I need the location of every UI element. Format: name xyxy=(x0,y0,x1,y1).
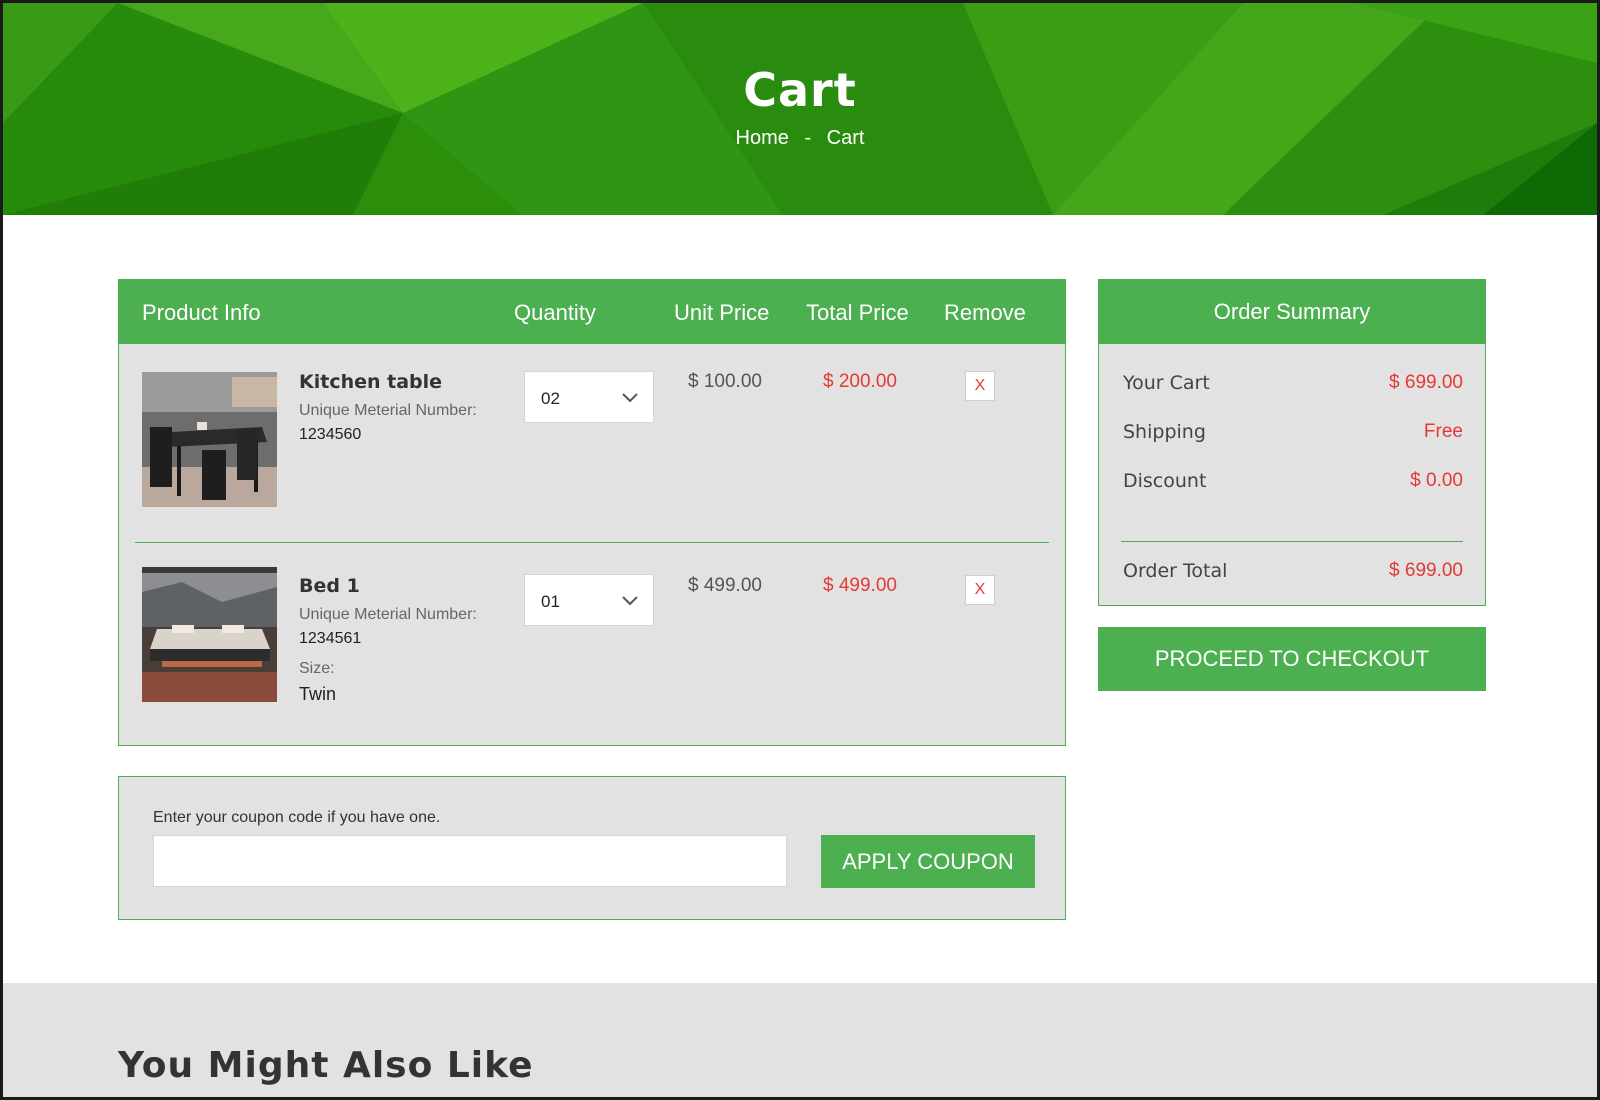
hero-banner: Cart Home - Cart xyxy=(3,3,1597,215)
quantity-select[interactable]: 02 xyxy=(524,371,654,423)
breadcrumb: Home - Cart xyxy=(3,127,1597,150)
material-number-value: 1234560 xyxy=(299,426,362,443)
coupon-panel: Enter your coupon code if you have one. … xyxy=(118,776,1066,920)
header-unit-price: Unit Price xyxy=(674,300,770,325)
cart-table-header: Product Info Quantity Unit Price Total P… xyxy=(119,280,1065,344)
kitchen-table-image[interactable] xyxy=(142,372,277,507)
coupon-label: Enter your coupon code if you have one. xyxy=(153,809,441,826)
header-remove: Remove xyxy=(944,300,1026,325)
apply-coupon-button[interactable]: APPLY COUPON xyxy=(821,835,1035,888)
page-frame: Cart Home - Cart Product Info Quantity U… xyxy=(3,3,1597,1097)
total-price: $ 200.00 xyxy=(823,371,897,392)
order-total-label: Order Total xyxy=(1123,560,1228,582)
header-quantity: Quantity xyxy=(514,300,596,325)
remove-button[interactable]: X xyxy=(965,371,995,401)
quantity-value: 02 xyxy=(541,389,560,408)
header-product-info: Product Info xyxy=(142,300,261,325)
quantity-select[interactable]: 01 xyxy=(524,574,654,626)
breadcrumb-separator: - xyxy=(804,127,812,149)
recommendations-section: You Might Also Like xyxy=(3,983,1597,1097)
bed-image[interactable] xyxy=(142,567,277,702)
order-summary: Order Summary Your Cart $ 699.00 Shippin… xyxy=(1098,279,1486,606)
summary-divider xyxy=(1121,541,1463,542)
unit-price: $ 499.00 xyxy=(688,575,762,596)
discount-label: Discount xyxy=(1123,470,1207,492)
cart-row: Bed 1 Unique Meterial Number: 1234561 Si… xyxy=(119,543,1065,743)
total-price: $ 499.00 xyxy=(823,575,897,596)
coupon-input[interactable] xyxy=(153,835,787,887)
product-name[interactable]: Bed 1 xyxy=(299,575,360,597)
cart-row: Kitchen table Unique Meterial Number: 12… xyxy=(119,344,1065,542)
your-cart-value: $ 699.00 xyxy=(1389,372,1463,393)
proceed-to-checkout-button[interactable]: PROCEED TO CHECKOUT xyxy=(1098,627,1486,691)
discount-value: $ 0.00 xyxy=(1410,470,1463,491)
chevron-down-icon xyxy=(622,393,638,403)
quantity-value: 01 xyxy=(541,592,560,611)
chevron-down-icon xyxy=(622,596,638,606)
material-number-value: 1234561 xyxy=(299,630,362,647)
shipping-value: Free xyxy=(1423,421,1463,442)
product-name[interactable]: Kitchen table xyxy=(299,371,442,393)
recommendations-title: You Might Also Like xyxy=(118,1045,534,1086)
order-summary-title: Order Summary xyxy=(1099,280,1485,344)
material-number-label: Unique Meterial Number: xyxy=(299,402,477,419)
header-total-price: Total Price xyxy=(806,300,909,325)
order-total-value: $ 699.00 xyxy=(1389,560,1463,581)
shipping-label: Shipping xyxy=(1123,421,1206,443)
cart-table: Product Info Quantity Unit Price Total P… xyxy=(118,279,1066,746)
unit-price: $ 100.00 xyxy=(688,371,762,392)
material-number-label: Unique Meterial Number: xyxy=(299,606,477,623)
page-title: Cart xyxy=(743,63,857,117)
remove-button[interactable]: X xyxy=(965,575,995,605)
breadcrumb-current: Cart xyxy=(826,127,865,149)
breadcrumb-home-link[interactable]: Home xyxy=(736,127,789,150)
size-value: Twin xyxy=(299,684,337,704)
your-cart-label: Your Cart xyxy=(1123,372,1210,394)
size-label: Size: xyxy=(299,660,335,677)
